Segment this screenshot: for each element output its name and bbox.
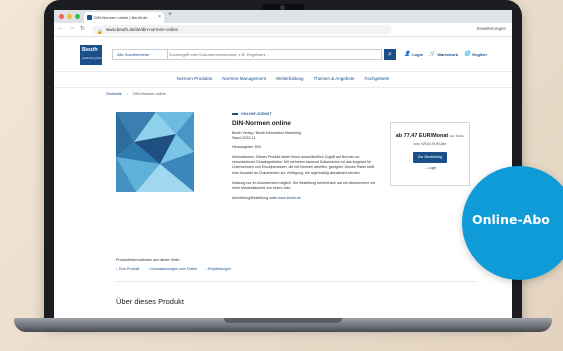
product-image: [116, 112, 194, 192]
search-icon: ⌕: [388, 51, 392, 58]
pricebox-login-link[interactable]: → Login: [391, 166, 469, 170]
laptop-base: [14, 318, 552, 332]
price-box: ab 77,47 EUR/Monat inkl. MwSt. bzw. 929,…: [390, 122, 470, 186]
browser-tab[interactable]: DIN-Normen online | Beuth.de ×: [84, 12, 164, 23]
site-header: Beuth publishing DIN Alle Suchbereiche ⌕…: [54, 37, 512, 71]
breadcrumb-home[interactable]: Startseite: [106, 92, 122, 96]
logo-subtitle: publishing DIN: [82, 56, 102, 60]
nav-item-themen[interactable]: Themen & Angebote: [313, 72, 354, 87]
price-suffix: inkl. MwSt.: [449, 134, 465, 138]
product-description: Informationen: Dieses Produkt bietet Ihn…: [232, 155, 375, 175]
related-links: ↓ Zum Produkt ↓ Voraussetzungen zum Test…: [116, 267, 231, 271]
related-link-label: Empfehlungen: [208, 267, 232, 271]
price-text: ab 77,47 EUR/Monat inkl. MwSt.: [391, 133, 469, 139]
product-info: ONLINE-DIENST DIN-Normen online Beuth Ve…: [232, 112, 382, 201]
maximize-window-icon[interactable]: [75, 14, 80, 19]
login-link[interactable]: 👤 Login: [404, 51, 423, 57]
related-link-produkt[interactable]: ↓ Zum Produkt: [116, 267, 139, 271]
related-link-empfehlungen[interactable]: ↓ Empfehlungen: [205, 267, 231, 271]
browser-nav: ← → ↻: [58, 25, 85, 32]
url-field[interactable]: 🔒 www.beuth.de/de/din-normen-online: [92, 25, 392, 34]
address-bar-row: ← → ↻ 🔒 www.beuth.de/de/din-normen-onlin…: [54, 23, 512, 37]
product-kicker: ONLINE-DIENST: [232, 112, 382, 116]
logo-title: Beuth: [82, 47, 98, 53]
product-publisher: Herausgeber: DIN: [232, 145, 261, 149]
breadcrumb: Startseite / DIN-Normen online: [54, 88, 512, 98]
close-window-icon[interactable]: [59, 14, 64, 19]
product-title: DIN-Normen online: [232, 120, 291, 127]
cart-icon: 🛒: [429, 51, 436, 57]
back-icon[interactable]: ←: [58, 25, 64, 32]
related-section: Produktinformationen auf dieser Seite ↓ …: [116, 258, 231, 271]
related-title: Produktinformationen auf dieser Seite: [116, 258, 180, 262]
globe-icon: 🌐: [464, 51, 471, 57]
url-text: www.beuth.de/de/din-normen-online: [106, 27, 179, 32]
product-meta: Beuth Verlag / Beuth Information Marketi…: [232, 131, 382, 141]
favicon-icon: [87, 15, 92, 20]
price-value: ab 77,47 EUR/Monat: [395, 133, 449, 139]
browser-tabbar: DIN-Normen online | Beuth.de × +: [54, 10, 512, 23]
nav-item-fachgebiete[interactable]: Fachgebiete: [364, 72, 389, 87]
nav-item-normen-management[interactable]: Normen-Management: [222, 72, 266, 87]
lock-icon: 🔒: [97, 29, 103, 34]
window-controls: [59, 14, 80, 19]
tab-title: DIN-Normen online | Beuth.de: [94, 15, 148, 20]
extensions-button[interactable]: Erweiterungen: [477, 26, 506, 31]
product-contact: Anmeldung/Bestellung unter www.beuth.de: [232, 196, 382, 201]
language-link[interactable]: 🌐 English: [464, 51, 487, 57]
related-link-label: Zum Produkt: [118, 267, 140, 271]
laptop-lip: [224, 318, 342, 323]
search-category-select[interactable]: Alle Suchbereiche: [113, 50, 168, 59]
new-tab-icon[interactable]: +: [168, 11, 172, 18]
related-link-voraussetzungen[interactable]: ↓ Voraussetzungen zum Testen: [147, 267, 197, 271]
contact-link[interactable]: www.beuth.de: [278, 196, 301, 200]
related-link-label: Voraussetzungen zum Testen: [150, 267, 198, 271]
about-heading: Über dieses Produkt: [116, 297, 184, 306]
breadcrumb-separator: /: [127, 92, 129, 96]
forward-icon[interactable]: →: [69, 25, 75, 32]
beuth-logo[interactable]: Beuth publishing DIN: [80, 45, 102, 65]
login-label: Login: [412, 51, 424, 57]
close-tab-icon[interactable]: ×: [158, 12, 161, 23]
search-button[interactable]: ⌕: [384, 49, 396, 60]
reload-icon[interactable]: ↻: [80, 25, 85, 32]
badge-text: Online-Abo: [472, 212, 550, 227]
language-label: English: [472, 51, 487, 57]
breadcrumb-current: DIN-Normen online: [133, 92, 166, 96]
contact-prefix: Anmeldung/Bestellung unter: [232, 196, 278, 201]
product-section: ONLINE-DIENST DIN-Normen online Beuth Ve…: [54, 98, 512, 238]
search-input[interactable]: [169, 50, 374, 59]
product-meta-line2: Stand 2023-11: [232, 136, 256, 140]
header-actions: 👤 Login 🛒 Warenkorb 🌐 English: [404, 51, 487, 57]
laptop-lid: DIN-Normen online | Beuth.de × + ← → ↻ 🔒…: [44, 0, 522, 326]
order-button[interactable]: Zur Bestellung: [413, 152, 447, 163]
section-divider: [116, 281, 476, 282]
user-icon: 👤: [404, 51, 411, 57]
cart-label: Warenkorb: [437, 51, 459, 57]
search-box: Alle Suchbereiche: [112, 49, 382, 60]
price-subtext: bzw. 929,64 EUR/Jahr: [413, 142, 447, 146]
nav-item-normen-produkte[interactable]: Normen-Produkte: [177, 72, 213, 87]
laptop-screen: DIN-Normen online | Beuth.de × + ← → ↻ 🔒…: [54, 10, 512, 320]
main-navigation: Normen-Produkte Normen-Management Weiter…: [54, 71, 512, 88]
nav-item-weiterbildung[interactable]: Weiterbildung: [276, 72, 303, 87]
laptop: DIN-Normen online | Beuth.de × + ← → ↻ 🔒…: [14, 0, 552, 338]
cart-link[interactable]: 🛒 Warenkorb: [429, 51, 458, 57]
minimize-window-icon[interactable]: [67, 14, 72, 19]
product-note: Nutzung nur im Abonnement möglich. Die B…: [232, 180, 375, 191]
